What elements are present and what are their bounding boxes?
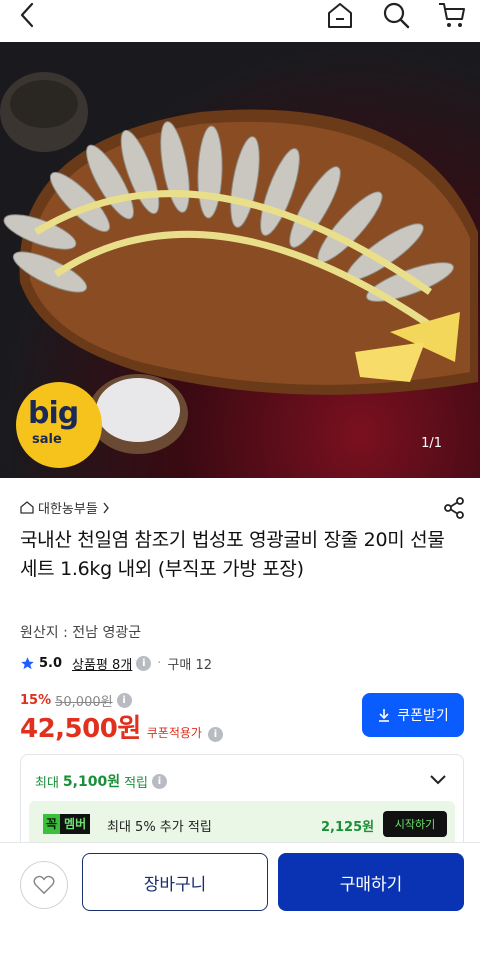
badge-big-text: big: [28, 396, 79, 431]
home-button[interactable]: [320, 0, 360, 30]
max-points-prefix: 최대: [35, 775, 59, 791]
seller-link[interactable]: 대한농부들: [20, 498, 110, 517]
membership-start-button[interactable]: 시작하기: [383, 811, 447, 837]
product-title: 국내산 천일염 참조기 법성포 영광굴비 장줄 20미 선물세트 1.6kg 내…: [20, 529, 445, 580]
separator-dot: ·: [157, 656, 162, 671]
points-expand-button[interactable]: [427, 769, 449, 791]
back-button[interactable]: [8, 0, 48, 30]
max-points: 최대 5,100원 적립 i: [35, 771, 168, 791]
price-row: 42,500원 쿠폰적용가 i: [20, 708, 223, 745]
chevron-right-icon: [103, 502, 109, 513]
membership-strip: 꼭 멤버 최대 5% 추가 적립 2,125원 시작하기: [29, 801, 455, 847]
wishlist-button[interactable]: [20, 861, 68, 909]
chevron-down-icon: [430, 775, 446, 785]
share-button[interactable]: [440, 494, 468, 522]
info-icon[interactable]: i: [136, 656, 152, 671]
coupon-button-label: 쿠폰받기: [397, 708, 449, 724]
seller-name: 대한농부들: [38, 502, 98, 517]
cart-button[interactable]: [432, 0, 472, 30]
product-image-gallery[interactable]: big sale 1/1: [0, 42, 480, 478]
buy-now-button[interactable]: 구매하기: [278, 853, 464, 911]
heart-icon: [33, 875, 55, 894]
home-icon: [328, 3, 352, 28]
share-icon: [444, 497, 464, 519]
rating-row: 5.0 상품평 8개 i · 구매 12: [20, 654, 212, 673]
top-navigation-bar: [0, 0, 480, 42]
star-icon: [21, 657, 34, 670]
search-button[interactable]: [376, 0, 416, 30]
product-origin: 원산지 : 전남 영광군: [20, 625, 142, 641]
download-icon: [379, 709, 390, 722]
store-icon: [20, 501, 34, 514]
search-icon: [383, 2, 410, 29]
price-info-icon[interactable]: i: [116, 693, 132, 708]
coupon-info-icon[interactable]: i: [207, 727, 223, 742]
image-counter: 1/1: [421, 436, 442, 451]
discount-rate: 15%: [20, 693, 52, 708]
bottom-action-bar: 장바구니 구매하기: [0, 842, 480, 960]
membership-tag-part2: 멤버: [60, 814, 91, 834]
review-count-link[interactable]: 상품평 8개: [72, 654, 132, 673]
purchase-count: 구매 12: [167, 658, 213, 673]
membership-points-amount: 2,125원: [321, 820, 375, 835]
membership-tag: 꼭 멤버: [43, 814, 91, 834]
add-to-cart-button[interactable]: 장바구니: [82, 853, 268, 911]
coupon-download-button[interactable]: 쿠폰받기: [362, 693, 464, 737]
badge-sale-text: sale: [32, 432, 62, 447]
membership-benefit-text: 최대 5% 추가 적립: [107, 820, 212, 835]
chevron-left-icon: [20, 2, 34, 28]
max-points-suffix: 적립: [124, 775, 149, 791]
cart-icon: [439, 3, 465, 27]
big-sale-badge: big sale: [16, 382, 102, 468]
coupon-applied-label: 쿠폰적용가: [146, 726, 202, 740]
sale-price: 42,500원: [20, 714, 141, 744]
points-info-icon[interactable]: i: [152, 773, 168, 789]
max-points-amount: 5,100원: [62, 774, 121, 790]
membership-tag-part1: 꼭: [43, 814, 61, 834]
rating-score: 5.0: [39, 656, 63, 671]
